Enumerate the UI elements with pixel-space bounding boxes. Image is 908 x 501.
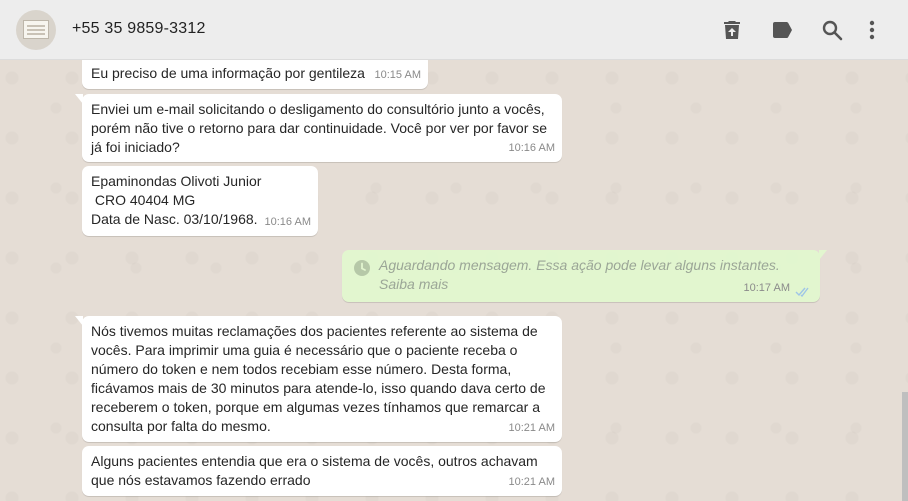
- message-text: Alguns pacientes entendia que era o sist…: [91, 453, 542, 488]
- delete-icon[interactable]: [720, 18, 744, 42]
- message-text: Eu preciso de uma informação por gentile…: [91, 65, 365, 81]
- menu-icon[interactable]: [860, 18, 884, 42]
- clock-icon: [353, 259, 371, 277]
- contact-avatar[interactable]: [16, 10, 56, 50]
- label-icon[interactable]: [770, 18, 794, 42]
- search-icon[interactable]: [820, 18, 844, 42]
- message-text: Enviei um e-mail solicitando o desligame…: [91, 101, 551, 155]
- double-check-icon: [795, 286, 811, 297]
- message-incoming: Enviei um e-mail solicitando o desligame…: [75, 94, 562, 162]
- chat-header: +55 35 9859-3312: [0, 0, 908, 60]
- chat-area[interactable]: Eu preciso de uma informação por gentile…: [0, 60, 908, 501]
- message-time: 10:15 AM: [374, 69, 421, 81]
- message-time: 10:16 AM: [264, 216, 311, 228]
- contact-name[interactable]: +55 35 9859-3312: [72, 20, 206, 38]
- message-incoming: Eu preciso de uma informação por gentile…: [82, 60, 428, 89]
- message-time: 10:17 AM: [743, 282, 790, 294]
- message-time: 10:21 AM: [508, 422, 555, 434]
- scrollbar[interactable]: [902, 392, 908, 501]
- message-incoming: Epaminondas Olivoti Junior CRO 40404 MG …: [82, 166, 318, 236]
- message-time: 10:16 AM: [508, 142, 555, 154]
- message-text: Nós tivemos muitas reclamações dos pacie…: [91, 323, 550, 434]
- message-incoming: Nós tivemos muitas reclamações dos pacie…: [75, 316, 562, 442]
- message-time: 10:21 AM: [508, 476, 555, 488]
- message-incoming: Alguns pacientes entendia que era o sist…: [82, 446, 562, 496]
- message-outgoing-pending: Aguardando mensagem. Essa ação pode leva…: [342, 250, 827, 302]
- avatar-image: [23, 20, 49, 39]
